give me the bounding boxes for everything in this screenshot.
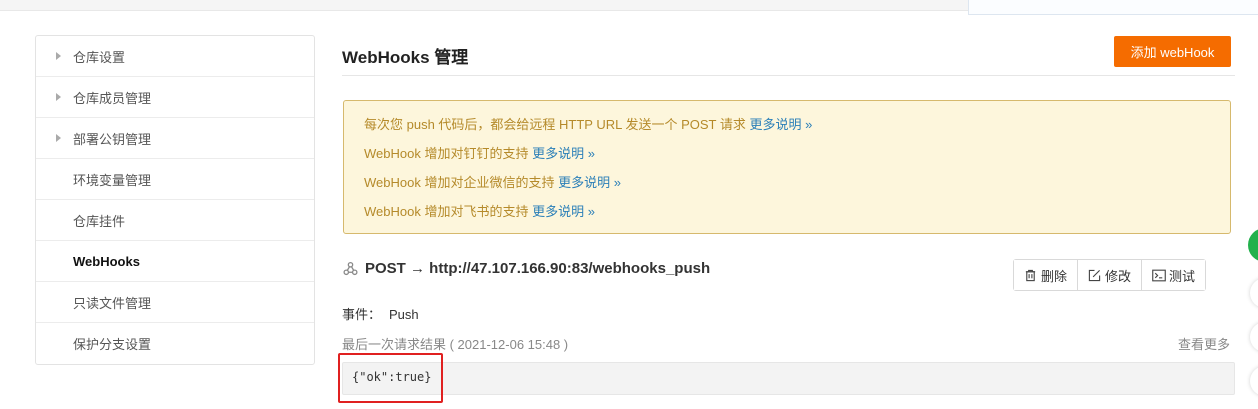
notice-line: 每次您 push 代码后，都会给远程 HTTP URL 发送一个 POST 请求…	[364, 115, 1230, 144]
more-info-link[interactable]: 更多说明 »	[750, 117, 813, 132]
more-info-link[interactable]: 更多说明 »	[532, 146, 595, 161]
event-value: Push	[389, 307, 419, 322]
floating-green-tab[interactable]	[1248, 228, 1258, 262]
delete-label: 删除	[1041, 268, 1068, 284]
event-label: 事件：	[342, 307, 382, 322]
sidebar-item-deploy-keys[interactable]: 部署公钥管理	[36, 118, 314, 159]
sidebar-item-widgets[interactable]: 仓库挂件	[36, 200, 314, 241]
more-info-link[interactable]: 更多说明 »	[558, 175, 621, 190]
last-result-label: 最后一次请求结果 ( 2021-12-06 15:48 )	[342, 337, 569, 352]
sidebar-item-protected-branches[interactable]: 保护分支设置	[36, 323, 314, 364]
settings-sidebar: 仓库设置 仓库成员管理 部署公钥管理 环境变量管理 仓库挂件 WebHooks …	[35, 35, 315, 365]
more-info-link[interactable]: 更多说明 »	[532, 204, 595, 219]
sidebar-item-env-vars[interactable]: 环境变量管理	[36, 159, 314, 200]
test-label: 测试	[1169, 268, 1196, 284]
webhook-action-group: 删除 修改 测试	[1013, 259, 1207, 291]
webhook-notice: 每次您 push 代码后，都会给远程 HTTP URL 发送一个 POST 请求…	[343, 100, 1231, 234]
floating-side-tab[interactable]	[1250, 322, 1258, 352]
notice-text: WebHook 增加对企业微信的支持	[364, 175, 555, 190]
test-button[interactable]: 测试	[1142, 260, 1206, 290]
sidebar-item-webhooks[interactable]: WebHooks	[36, 241, 314, 282]
title-divider	[342, 75, 1235, 76]
notice-text: WebHook 增加对钉钉的支持	[364, 146, 529, 161]
highlight-rectangle	[338, 353, 443, 403]
sidebar-item-label: 部署公钥管理	[73, 131, 152, 147]
floating-side-tab[interactable]	[1250, 278, 1258, 308]
notice-line: WebHook 增加对飞书的支持 更多说明 »	[364, 202, 1230, 231]
caret-right-icon	[56, 134, 61, 142]
sidebar-item-readonly-files[interactable]: 只读文件管理	[36, 282, 314, 323]
page-title: WebHooks 管理	[342, 48, 469, 67]
notice-line: WebHook 增加对钉钉的支持 更多说明 »	[364, 144, 1230, 173]
sidebar-item-label: 仓库成员管理	[73, 90, 152, 106]
edit-label: 修改	[1105, 268, 1132, 284]
trash-icon	[1024, 269, 1037, 282]
notice-line: WebHook 增加对企业微信的支持 更多说明 »	[364, 173, 1230, 202]
sidebar-item-repo-settings[interactable]: 仓库设置	[36, 36, 314, 77]
webhook-icon	[342, 261, 358, 277]
caret-right-icon	[56, 52, 61, 60]
webhook-url: POST → http://47.107.166.90:83/webhooks_…	[365, 260, 711, 277]
terminal-icon	[1152, 269, 1166, 282]
sidebar-item-label: 环境变量管理	[73, 172, 152, 188]
delete-button[interactable]: 删除	[1014, 260, 1079, 290]
top-bar	[0, 0, 968, 11]
caret-right-icon	[56, 93, 61, 101]
edit-icon	[1088, 269, 1101, 282]
floating-side-tab[interactable]	[1250, 366, 1258, 396]
event-info: 事件： Push	[342, 304, 419, 323]
sidebar-item-label: 仓库设置	[73, 49, 126, 65]
notice-text: 每次您 push 代码后，都会给远程 HTTP URL 发送一个 POST 请求	[364, 117, 746, 132]
sidebar-item-label: 保护分支设置	[73, 337, 152, 352]
edit-button[interactable]: 修改	[1078, 260, 1143, 290]
sidebar-item-members[interactable]: 仓库成员管理	[36, 77, 314, 118]
see-more-link[interactable]: 查看更多	[1178, 334, 1230, 353]
result-box	[342, 362, 1235, 395]
add-webhook-button[interactable]: 添加 webHook	[1114, 36, 1231, 67]
notice-text: WebHook 增加对飞书的支持	[364, 204, 529, 219]
webhook-header: POST → http://47.107.166.90:83/webhooks_…	[342, 260, 710, 277]
sidebar-item-label: 仓库挂件	[73, 213, 126, 229]
sidebar-item-label: WebHooks	[73, 253, 140, 269]
sidebar-item-label: 只读文件管理	[73, 295, 152, 311]
top-bar-right-panel	[968, 0, 1258, 15]
